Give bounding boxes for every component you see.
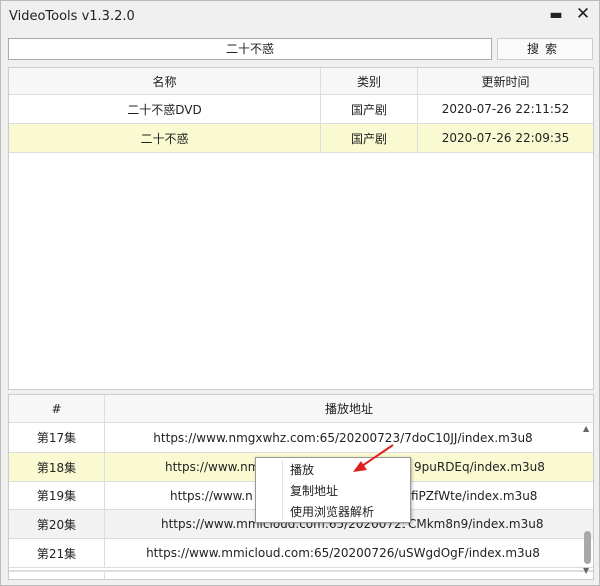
annotation-arrow-icon — [353, 444, 394, 472]
results-table: 名称 类别 更新时间 二十不惑DVD 国产剧 2020-07-26 22:11:… — [8, 67, 594, 390]
table-header: 名称 类别 更新时间 — [9, 68, 593, 95]
header-updated[interactable]: 更新时间 — [418, 68, 593, 94]
search-button[interactable]: 搜索 — [497, 38, 593, 60]
cell-updated: 2020-07-26 22:11:52 — [441, 102, 570, 116]
cell-type: 国产剧 — [321, 124, 418, 152]
menu-item-open-browser[interactable]: 使用浏览器解析 — [290, 502, 408, 522]
cell-episode: 第21集 — [9, 539, 105, 567]
url-part: CMkm8n9/index.m3u8 — [405, 517, 544, 531]
url-part: 9puRDEq/index.m3u8 — [414, 460, 545, 474]
cell-episode: 第19集 — [9, 482, 105, 509]
header-type[interactable]: 类别 — [321, 68, 418, 94]
scroll-down-icon[interactable]: ▼ — [583, 566, 589, 575]
url-part: https://www.nm — [165, 460, 260, 474]
menu-item-copy-url[interactable]: 复制地址 — [290, 481, 408, 501]
table-row[interactable] — [9, 570, 593, 579]
table-row[interactable]: 第17集 https://www.nmgxwhz.com:65/20200723… — [9, 423, 593, 453]
cell-name: 二十不惑 — [9, 124, 321, 152]
cell-updated: 2020-07-26 22:09:35 — [441, 131, 570, 145]
url-part: fiPZfWte/index.m3u8 — [411, 488, 538, 503]
scrollbar-thumb[interactable] — [584, 531, 591, 564]
table-header: # 播放地址 — [9, 395, 593, 423]
cell-episode: 第17集 — [9, 423, 105, 452]
minimize-button[interactable]: ▬ — [548, 7, 564, 23]
table-row[interactable]: 二十不惑DVD 国产剧 2020-07-26 22:11:52 — [9, 95, 593, 124]
cell-type: 国产剧 — [321, 95, 418, 123]
cell-url: https://www.mmicloud.com:65/20200726/uSW… — [146, 546, 540, 560]
cell-episode: 第20集 — [9, 510, 105, 538]
cell-name: 二十不惑DVD — [9, 95, 321, 123]
header-name[interactable]: 名称 — [9, 68, 321, 94]
header-url[interactable]: 播放地址 — [105, 395, 593, 422]
search-input[interactable]: 二十不惑 — [8, 38, 492, 60]
scrollbar[interactable]: ▲ ▼ — [581, 422, 593, 579]
table-row[interactable]: 第21集 https://www.mmicloud.com:65/2020072… — [9, 539, 593, 568]
url-part: https://www.n — [170, 488, 253, 503]
header-number[interactable]: # — [9, 395, 105, 422]
table-row-selected[interactable]: 二十不惑 国产剧 2020-07-26 22:09:35 — [9, 124, 593, 153]
scroll-up-icon[interactable]: ▲ — [583, 424, 589, 433]
cell-episode: 第18集 — [9, 453, 105, 481]
menu-icon-gutter — [282, 460, 283, 520]
close-button[interactable]: ✕ — [575, 4, 591, 24]
window-title: VideoTools v1.3.2.0 — [9, 9, 135, 24]
